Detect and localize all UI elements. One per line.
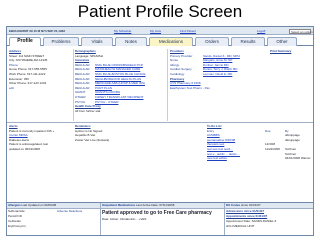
logoff-link[interactable]: Logoff	[257, 29, 265, 33]
tab-notes[interactable]: Notes	[115, 37, 147, 46]
column-divider	[73, 49, 74, 121]
address-edit-link[interactable]: edit	[9, 86, 71, 91]
providers-section: Providers Print Summary Primary Provider S…	[170, 49, 312, 90]
medications-note: Patient approved to go to Free Care phar…	[102, 210, 212, 216]
alert-line: updated on 06/19/2008	[9, 146, 40, 151]
provider-name-link[interactable]: Leeman, David E. MD	[203, 72, 232, 77]
tab-orders[interactable]: Orders	[195, 37, 229, 46]
bottom-panel: Allergies Last Updated on 06/06/08 Sulfo…	[7, 202, 313, 235]
alerts-section: Alerts Patient is currently inpatient DI…	[9, 124, 73, 152]
tab-other[interactable]: Other	[267, 37, 297, 46]
todo-entry[interactable]: new test editss	[207, 156, 265, 161]
allergies-label: Allergies	[8, 203, 21, 207]
outpatient-medications-panel: Outpatient Medications Last Active Date:…	[101, 203, 225, 235]
column-divider	[167, 49, 168, 121]
my-lists-link[interactable]: My Lists	[150, 29, 161, 33]
provider-role: Cardiology	[170, 71, 185, 76]
allergies-body: Sulfonamide Penicill Oil Cefotetan Eryth…	[7, 209, 100, 229]
adverse-reactions-label: Adverse Reactions	[57, 209, 83, 213]
print-summary-link[interactable]: Print Summary	[270, 49, 291, 54]
dx-codes-list: Admissions since 01/01/07 Appointments s…	[225, 209, 313, 229]
allergy-list: Sulfonamide Penicill Oil Cefotetan Eryth…	[7, 209, 57, 229]
medications-title: Outpatient Medications Last Active Date:…	[101, 203, 224, 209]
allergy-item: Erythromycin	[8, 224, 26, 228]
dx-item: HCH MEDICAL UNIT	[226, 224, 255, 228]
medications-subline: Date: Action: Clindamicin... +VES	[102, 217, 147, 221]
dx-codes-panel: DX Codes since 01/01/07 Admissions since…	[225, 203, 313, 235]
patient-header-bar: EBOLKERNIT 09 10 M N74 SEP 21,1933 My Sc…	[7, 27, 313, 35]
my-schedule-link[interactable]: My Schedule	[114, 29, 131, 33]
health-care-proxy-value: All from further stat	[75, 108, 101, 113]
todo-row[interactable]: new test editss 04/01/2008 Warner	[207, 156, 311, 161]
medications-updated: Last Active Date: 07/01/2008	[136, 203, 175, 207]
reminders-section: Reminders Hydrex is No Signed Hepatitis …	[75, 124, 165, 142]
slide-title: Patient Profile Screen	[77, 2, 243, 21]
tab-results[interactable]: Results	[231, 37, 265, 46]
allergies-title: Allergies Last Updated on 06/06/08	[7, 203, 100, 209]
dx-codes-title: DX Codes since 01/01/07	[225, 203, 313, 209]
dx-codes-updated: since 01/01/07	[241, 203, 261, 207]
allergies-panel: Allergies Last Updated on 06/06/08 Sulfo…	[7, 203, 101, 235]
reminder-line: Zoster Vac Live (Zostava)	[75, 137, 110, 142]
dx-codes-label: DX Codes	[226, 203, 241, 207]
tab-problems[interactable]: Problems	[43, 37, 79, 46]
patient-id: EBOLKERNIT 09 10 M N74 SEP 21,1933	[9, 29, 65, 33]
todo-due	[265, 156, 285, 161]
pharmacy-link[interactable]: EastSystem Test Pharm - Pav	[170, 86, 312, 91]
todo-section: To Do List Entry Due By ACMBBS ddcuppage …	[207, 124, 311, 161]
demographics-section: Demographics Language: SPANISH Insurance…	[75, 49, 165, 113]
find-patient-link[interactable]: Find Patient	[180, 29, 196, 33]
medications-label: Outpatient Medications	[102, 203, 136, 207]
tab-bar: Profile Problems Vitals Notes Medication…	[7, 35, 313, 46]
option-select[interactable]: Select an option	[289, 28, 313, 34]
patient-profile-window: EBOLKERNIT 09 10 M N74 SEP 21,1933 My Sc…	[6, 26, 314, 236]
section-divider	[7, 122, 313, 123]
tab-vitals[interactable]: Vitals	[81, 37, 113, 46]
todo-by: 04/01/2008 Warner	[285, 156, 311, 161]
tab-medications[interactable]: Medications	[149, 37, 193, 46]
tab-profile[interactable]: Profile	[9, 37, 41, 46]
address-section: Address Street: 111 MAIN STREET City: AN…	[9, 49, 71, 90]
todo-by: ddcuppage	[285, 137, 300, 142]
allergies-updated: Last Updated on 06/06/08	[21, 203, 57, 207]
